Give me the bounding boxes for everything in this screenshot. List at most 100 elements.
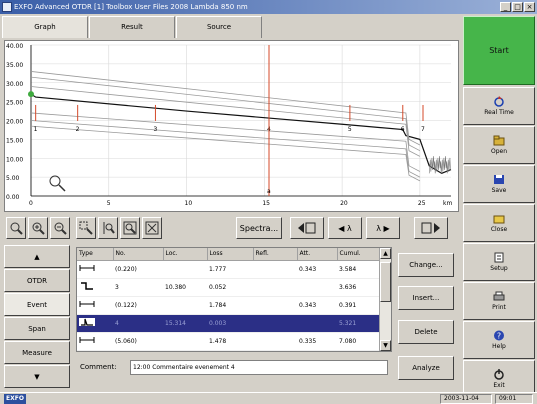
x-tick-label: 5	[107, 200, 111, 207]
trace-plot[interactable]: 40.0035.0030.0025.0020.0015.0010.005.000…	[5, 41, 458, 211]
cell-loss: 1.777	[207, 260, 253, 279]
next-event-icon	[421, 222, 440, 234]
cell-loss: 1.478	[207, 332, 253, 351]
close-icon	[493, 213, 505, 224]
zoom-cursor-icon	[49, 175, 61, 187]
insert-button[interactable]: Insert...	[398, 286, 454, 310]
left-navigation: ▲ OTDR Event Span Measure ▼	[4, 245, 72, 390]
spectra-button[interactable]: Spectra...	[236, 217, 282, 239]
zoom-area-button[interactable]	[76, 217, 96, 239]
close-window-icon[interactable]: ×	[524, 2, 535, 12]
open-button[interactable]: Open	[463, 126, 535, 164]
table-row[interactable]: (0.122) 1.784 0.343 0.391	[77, 296, 379, 315]
y-tick-label: 20.00	[6, 119, 23, 126]
help-button[interactable]: ? Help	[463, 321, 535, 359]
scroll-up-arrow[interactable]: ▲	[380, 248, 391, 259]
tab-source[interactable]: Source	[176, 16, 262, 38]
col-att[interactable]: Att.	[297, 248, 338, 261]
event-label: 1	[34, 126, 38, 133]
nav-otdr[interactable]: OTDR	[4, 269, 70, 292]
event-label: 2	[76, 126, 80, 133]
lambda-next-button[interactable]: λ ▶	[366, 217, 400, 239]
cell-refl	[253, 296, 297, 315]
delete-button[interactable]: Delete	[398, 320, 454, 344]
zoom-fit-button[interactable]	[6, 217, 26, 239]
lambda-prev-button[interactable]: ◀ λ	[328, 217, 362, 239]
cell-no: 3	[113, 278, 163, 297]
cell-refl	[253, 260, 297, 279]
nonreflective-event-icon	[81, 282, 93, 290]
col-cumul[interactable]: Cumul.	[337, 248, 380, 261]
nav-scroll-up[interactable]: ▲	[4, 245, 70, 268]
nav-measure[interactable]: Measure	[4, 341, 70, 364]
cell-no: (0.220)	[113, 260, 163, 279]
realtime-button[interactable]: Real Time	[463, 87, 535, 125]
scroll-down-arrow[interactable]: ▼	[380, 340, 391, 351]
event-label: 3	[153, 126, 157, 133]
help-label: Help	[492, 343, 506, 350]
events-table[interactable]: Type No. Loc. Loss Refl. Att. Cumul. (0.…	[76, 247, 392, 352]
nav-span[interactable]: Span	[4, 317, 70, 340]
y-tick-label: 0.00	[6, 194, 20, 201]
status-time: 09:01	[495, 394, 533, 404]
graph-toolbar: Spectra... ◀ λ λ ▶	[4, 214, 459, 242]
nav-event[interactable]: Event	[4, 293, 70, 316]
x-tick-label: 15	[262, 200, 270, 207]
launch-marker	[28, 91, 34, 98]
analyze-button[interactable]: Analyze	[398, 356, 454, 380]
zoom-in-icon	[32, 222, 45, 235]
table-row[interactable]: (5.060) 1.478 0.335 7.080	[77, 332, 379, 351]
save-label: Save	[491, 187, 507, 194]
svg-text:?: ?	[497, 332, 501, 341]
exit-label: Exit	[493, 382, 505, 389]
maximize-icon[interactable]: □	[512, 2, 523, 12]
col-type[interactable]: Type	[77, 248, 114, 261]
col-no[interactable]: No.	[113, 248, 164, 261]
cell-cumul: 0.391	[337, 296, 379, 315]
zoom-region-button[interactable]	[120, 217, 140, 239]
otdr-trace-chart[interactable]: 40.00 35.00 30.00 25.00 20.00 15.00 10.00 5.00 0…	[4, 40, 459, 212]
prev-event-button[interactable]	[290, 217, 324, 239]
start-button[interactable]: Start	[463, 16, 535, 85]
nav-scroll-down[interactable]: ▼	[4, 365, 70, 388]
cell-refl	[253, 314, 297, 333]
table-row-selected[interactable]: 4 15.314 0.003 5.321	[77, 314, 379, 333]
change-button[interactable]: Change...	[398, 253, 454, 277]
y-tick-label: 15.00	[6, 137, 23, 144]
y-tick-label: 25.00	[6, 100, 23, 107]
window-controls: _ □ ×	[500, 2, 535, 12]
table-row[interactable]: 3 10.380 0.052 3.636	[77, 278, 379, 297]
col-refl[interactable]: Refl.	[253, 248, 298, 261]
open-label: Open	[490, 148, 508, 155]
zoom-out-button[interactable]	[50, 217, 70, 239]
scroll-thumb[interactable]	[380, 262, 391, 302]
table-row[interactable]: (0.220) 1.777 0.343 3.584	[77, 260, 379, 279]
next-event-button[interactable]	[414, 217, 448, 239]
cell-loc: 10.380	[163, 278, 207, 297]
cell-att: 0.343	[297, 296, 337, 315]
noise-tail	[428, 156, 451, 174]
zoom-area-icon	[79, 221, 93, 235]
help-icon: ?	[493, 330, 505, 341]
cell-no: (0.122)	[113, 296, 163, 315]
save-button[interactable]: Save	[463, 165, 535, 203]
zoom-vertical-button[interactable]	[98, 217, 118, 239]
comment-field[interactable]	[130, 360, 388, 375]
tab-result[interactable]: Result	[89, 16, 175, 38]
col-loc[interactable]: Loc.	[163, 248, 208, 261]
cell-loc: 15.314	[163, 314, 207, 333]
setup-label: Setup	[490, 265, 508, 272]
cell-att	[297, 278, 337, 297]
span-icon	[79, 265, 95, 271]
table-scrollbar[interactable]: ▲ ▼	[379, 248, 391, 351]
col-loss[interactable]: Loss	[207, 248, 254, 261]
print-button[interactable]: Print	[463, 282, 535, 320]
setup-button[interactable]: Setup	[463, 243, 535, 281]
y-tick-label: 10.00	[6, 156, 23, 163]
tab-graph[interactable]: Graph	[2, 16, 88, 38]
close-button[interactable]: Close	[463, 204, 535, 242]
zoom-in-button[interactable]	[28, 217, 48, 239]
events-grid: Type No. Loc. Loss Refl. Att. Cumul. (0.…	[77, 248, 380, 351]
minimize-icon[interactable]: _	[500, 2, 511, 12]
zoom-full-button[interactable]	[142, 217, 162, 239]
